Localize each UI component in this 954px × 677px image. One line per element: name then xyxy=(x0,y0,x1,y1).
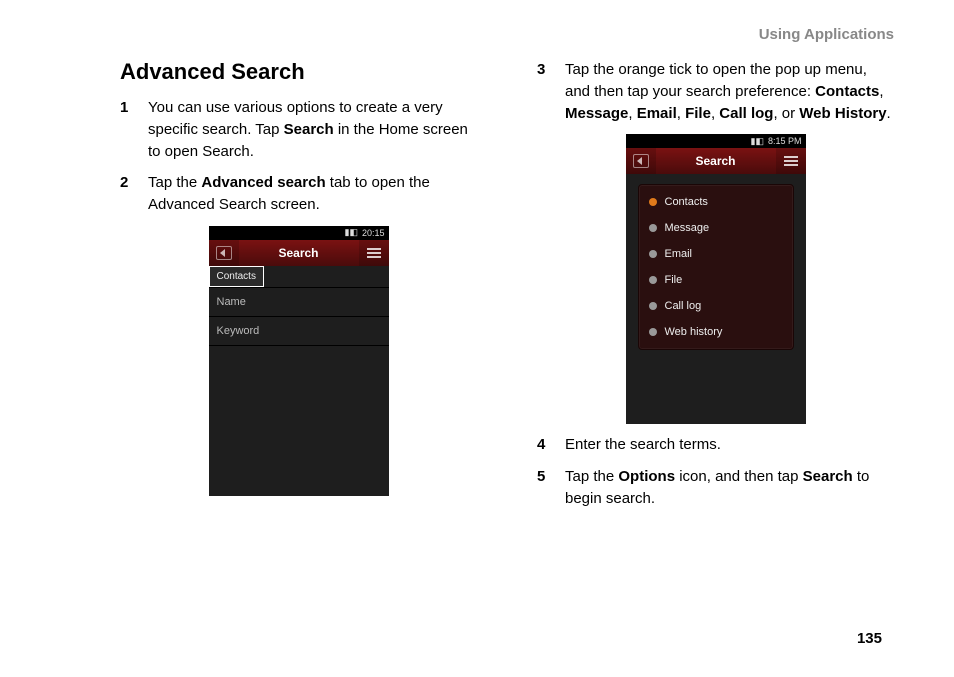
step-text: Tap the Options icon, and then tap Searc… xyxy=(565,466,894,510)
text: , xyxy=(879,83,883,100)
popup-item-file[interactable]: File xyxy=(639,267,793,293)
bold-term: Email xyxy=(637,105,677,122)
bold-term: Contacts xyxy=(815,83,879,100)
phone-titlebar: Search xyxy=(626,148,806,174)
step-number: 3 xyxy=(537,59,565,124)
popup-label: File xyxy=(665,274,683,286)
back-arrow-icon xyxy=(633,154,649,168)
popup-label: Contacts xyxy=(665,196,708,208)
tick-icon xyxy=(649,250,657,258)
status-signal-icon: ▮◧ xyxy=(345,227,358,238)
popup-label: Call log xyxy=(665,300,702,312)
menu-icon xyxy=(784,155,798,167)
text: Tap the xyxy=(148,174,201,191)
phone-screenshot-2: ▮◧ 8:15 PM Search Contacts Message Email… xyxy=(626,134,806,424)
section-title: Advanced Search xyxy=(120,59,477,85)
bold-term: Options xyxy=(618,468,675,485)
tick-icon xyxy=(649,198,657,206)
menu-icon xyxy=(367,247,381,259)
step-text: Tap the orange tick to open the pop up m… xyxy=(565,59,894,124)
popup-item-call-log[interactable]: Call log xyxy=(639,293,793,319)
text: . xyxy=(887,105,891,122)
running-head: Using Applications xyxy=(120,26,894,43)
text: icon, and then tap xyxy=(675,468,803,485)
back-arrow-icon xyxy=(216,246,232,260)
tick-icon xyxy=(649,224,657,232)
phone-body: Contacts Message Email File Call log Web… xyxy=(626,174,806,424)
search-type-popup: Contacts Message Email File Call log Web… xyxy=(638,184,794,350)
popup-label: Message xyxy=(665,222,710,234)
right-column: 3 Tap the orange tick to open the pop up… xyxy=(537,59,894,520)
back-button[interactable] xyxy=(209,240,239,266)
field-keyword[interactable]: Keyword xyxy=(209,317,389,346)
field-name[interactable]: Name xyxy=(209,288,389,317)
text: Tap the xyxy=(565,468,618,485)
bold-term: File xyxy=(685,105,711,122)
tick-icon xyxy=(649,302,657,310)
step-text: You can use various options to create a … xyxy=(148,97,477,162)
page-number: 135 xyxy=(857,630,882,647)
back-button[interactable] xyxy=(626,148,656,174)
options-button[interactable] xyxy=(359,240,389,266)
step-number: 1 xyxy=(120,97,148,162)
phone-body: Contacts Name Keyword xyxy=(209,266,389,496)
step-number: 4 xyxy=(537,434,565,456)
step-5: 5 Tap the Options icon, and then tap Sea… xyxy=(537,466,894,510)
tab-contacts[interactable]: Contacts xyxy=(209,266,264,287)
text: , xyxy=(628,105,636,122)
step-4: 4 Enter the search terms. xyxy=(537,434,894,456)
left-steps: 1 You can use various options to create … xyxy=(120,97,477,216)
bold-term: Search xyxy=(803,468,853,485)
step-1: 1 You can use various options to create … xyxy=(120,97,477,162)
step-2: 2 Tap the Advanced search tab to open th… xyxy=(120,172,477,216)
step-3: 3 Tap the orange tick to open the pop up… xyxy=(537,59,894,124)
bold-term: Web History xyxy=(799,105,886,122)
text: , xyxy=(677,105,685,122)
popup-label: Email xyxy=(665,248,693,260)
right-steps-cont: 4 Enter the search terms. 5 Tap the Opti… xyxy=(537,434,894,509)
bold-term: Advanced search xyxy=(201,174,325,191)
phone-statusbar: ▮◧ 20:15 xyxy=(209,226,389,240)
right-steps: 3 Tap the orange tick to open the pop up… xyxy=(537,59,894,124)
popup-item-contacts[interactable]: Contacts xyxy=(639,189,793,215)
phone-screenshot-1: ▮◧ 20:15 Search Contacts Name Keyword xyxy=(209,226,389,496)
step-number: 2 xyxy=(120,172,148,216)
step-number: 5 xyxy=(537,466,565,510)
status-time: 20:15 xyxy=(362,228,385,238)
tab-row: Contacts xyxy=(209,266,389,288)
step-text: Tap the Advanced search tab to open the … xyxy=(148,172,477,216)
screen-title: Search xyxy=(656,154,776,168)
step-text: Enter the search terms. xyxy=(565,434,894,456)
phone-titlebar: Search xyxy=(209,240,389,266)
tick-icon xyxy=(649,328,657,336)
status-time: 8:15 PM xyxy=(768,136,802,146)
bold-term: Call log xyxy=(719,105,773,122)
bold-term: Message xyxy=(565,105,628,122)
options-button[interactable] xyxy=(776,148,806,174)
tick-icon xyxy=(649,276,657,284)
phone-statusbar: ▮◧ 8:15 PM xyxy=(626,134,806,148)
popup-item-message[interactable]: Message xyxy=(639,215,793,241)
bold-term: Search xyxy=(284,121,334,138)
screen-title: Search xyxy=(239,246,359,260)
left-column: Advanced Search 1 You can use various op… xyxy=(120,59,477,520)
status-signal-icon: ▮◧ xyxy=(751,136,764,147)
popup-item-web-history[interactable]: Web history xyxy=(639,319,793,345)
text: , or xyxy=(773,105,799,122)
popup-label: Web history xyxy=(665,326,723,338)
popup-item-email[interactable]: Email xyxy=(639,241,793,267)
